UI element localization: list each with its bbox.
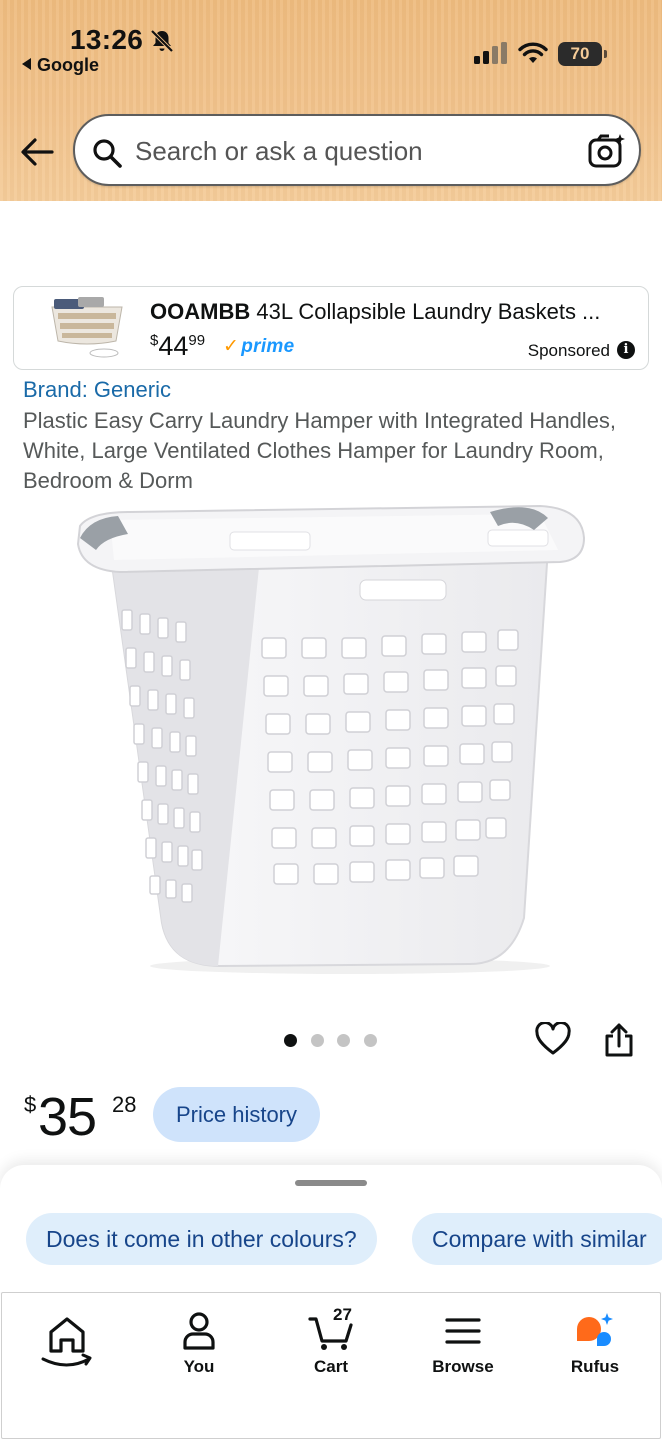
camera-lens-icon[interactable] (587, 132, 627, 170)
ad-price-whole: 44 (158, 331, 189, 361)
ad-brand: OOAMBB (150, 299, 251, 324)
tab-home[interactable] (12, 1311, 122, 1391)
battery-level: 70 (570, 44, 590, 63)
tab-browse-label: Browse (432, 1357, 494, 1376)
prime-check-icon: ✓ (223, 336, 240, 357)
brand-link[interactable]: Brand: Generic (23, 377, 171, 403)
tab-you[interactable]: You (144, 1311, 254, 1391)
search-icon (93, 139, 122, 168)
back-arrow-icon[interactable] (18, 134, 56, 170)
tab-cart[interactable]: 27 Cart (276, 1305, 386, 1391)
person-icon (183, 1312, 215, 1350)
tab-you-label: You (183, 1357, 215, 1376)
tab-rufus[interactable]: Rufus (540, 1311, 650, 1391)
tab-cart-label: Cart (313, 1357, 348, 1376)
ad-title-text: 43L Collapsible Laundry Baskets ... (256, 299, 601, 324)
carousel-dot-2[interactable] (311, 1034, 324, 1047)
cart-count-badge: 27 (333, 1305, 352, 1324)
tab-rufus-label: Rufus (570, 1357, 620, 1376)
prime-label: prime (241, 336, 295, 357)
wifi-icon (518, 42, 548, 63)
price-whole: 35 (38, 1087, 97, 1147)
back-app-label: Google (37, 55, 99, 75)
search-bar[interactable] (73, 114, 641, 186)
bell-muted-icon (150, 29, 174, 53)
suggestion-chip-colours[interactable]: Does it come in other colours? (26, 1213, 377, 1265)
sponsored-ad-card[interactable]: OOAMBB 43L Collapsible Laundry Baskets .… (13, 286, 649, 370)
menu-icon (445, 1318, 481, 1344)
price-fraction: 28 (112, 1092, 137, 1117)
carousel-dot-1[interactable] (284, 1034, 297, 1047)
back-triangle-icon (22, 58, 31, 70)
search-input[interactable] (135, 132, 555, 170)
app-header: 13:26 Google 70 (0, 0, 662, 201)
price-history-button[interactable]: Price history (153, 1087, 320, 1142)
sponsored-label: Sponsored (527, 341, 610, 360)
home-icon (41, 1317, 92, 1367)
info-icon[interactable]: i (617, 341, 635, 359)
carousel-dot-3[interactable] (337, 1034, 350, 1047)
ad-title: OOAMBB 43L Collapsible Laundry Baskets .… (150, 299, 630, 325)
carousel-dot-4[interactable] (364, 1034, 377, 1047)
bottom-tab-bar: You 27 Cart Browse Rufus (1, 1292, 661, 1439)
rufus-suggestion-sheet: Does it come in other colours? Compare w… (0, 1165, 662, 1292)
status-time: 13:26 (70, 24, 144, 55)
ad-product-thumbnail (51, 297, 123, 358)
prime-badge: ✓ prime (223, 335, 294, 358)
heart-icon[interactable] (535, 1022, 571, 1056)
battery-indicator: 70 (558, 42, 607, 66)
suggestion-chip-compare[interactable]: Compare with similar (412, 1213, 662, 1265)
ad-price: $4499 (150, 331, 205, 362)
sheet-drag-handle[interactable] (295, 1180, 367, 1186)
rufus-icon (577, 1313, 613, 1346)
cellular-signal-icon (474, 42, 507, 64)
back-to-app-link[interactable]: Google (22, 55, 99, 76)
tab-browse[interactable]: Browse (408, 1311, 518, 1391)
laundry-hamper-image[interactable] (70, 498, 590, 978)
ad-price-fraction: 99 (188, 332, 206, 349)
product-title: Plastic Easy Carry Laundry Hamper with I… (23, 408, 617, 493)
price-currency: $ (24, 1092, 37, 1117)
share-icon[interactable] (602, 1022, 636, 1058)
